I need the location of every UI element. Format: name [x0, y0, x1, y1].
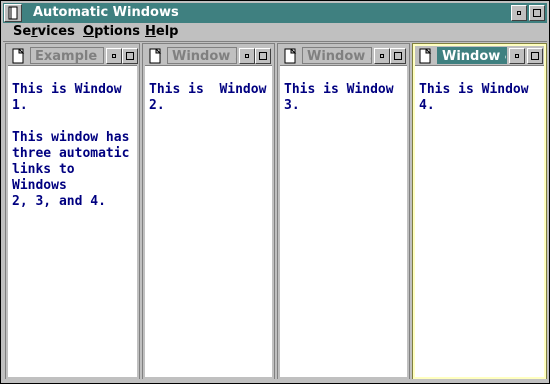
minimize-icon — [515, 54, 519, 58]
subwindow-titlebar[interactable]: Window 2 — [145, 46, 272, 66]
maximize-button[interactable] — [529, 5, 545, 21]
subwindow-text: This is Window 4. — [419, 82, 529, 113]
subwindow-titlebar[interactable]: Window 4 — [415, 46, 544, 66]
menu-options[interactable]: Options — [83, 24, 140, 39]
maximize-icon — [259, 52, 267, 60]
subwindow-text: This is Window 3. — [284, 82, 394, 113]
minimize-button[interactable] — [511, 5, 527, 21]
maximize-button[interactable] — [122, 48, 138, 64]
app-title: Automatic Windows — [33, 5, 179, 20]
subwindow-2[interactable]: Window 2 This is Window 2. — [142, 43, 275, 380]
subwindow-title: Window 3 — [302, 47, 372, 64]
system-menu-icon[interactable] — [4, 4, 22, 22]
app-window: Automatic Windows Services Options Help … — [0, 0, 550, 384]
menu-bar: Services Options Help — [3, 23, 547, 42]
minimize-button[interactable] — [239, 48, 255, 64]
maximize-icon — [531, 52, 539, 60]
minimize-icon — [245, 54, 249, 58]
app-titlebar[interactable]: Automatic Windows — [3, 3, 547, 23]
document-icon[interactable] — [417, 48, 433, 64]
menu-help[interactable]: Help — [145, 24, 178, 39]
minimize-icon — [517, 11, 521, 15]
maximize-icon — [394, 52, 402, 60]
menu-services[interactable]: Services — [13, 24, 75, 39]
subwindow-titlebar[interactable]: Window 3 — [280, 46, 407, 66]
document-icon[interactable] — [10, 48, 26, 64]
maximize-button[interactable] — [527, 48, 543, 64]
minimize-button[interactable] — [106, 48, 122, 64]
bottom-edge — [3, 379, 547, 383]
maximize-button[interactable] — [255, 48, 271, 64]
maximize-button[interactable] — [390, 48, 406, 64]
subwindow-4[interactable]: Window 4 This is Window 4. — [412, 43, 547, 380]
subwindow-title: Window 4 — [437, 47, 507, 64]
subwindow-title: Window 2 — [167, 47, 237, 64]
document-icon[interactable] — [282, 48, 298, 64]
minimize-button[interactable] — [509, 48, 525, 64]
subwindow-3[interactable]: Window 3 This is Window 3. — [277, 43, 410, 380]
maximize-icon — [533, 9, 541, 17]
subwindow-text: This is Window 1. This window has three … — [12, 82, 130, 209]
minimize-button[interactable] — [374, 48, 390, 64]
subwindow-1[interactable]: Example This is Window 1. This window ha… — [5, 43, 140, 380]
subwindow-titlebar[interactable]: Example — [8, 46, 138, 66]
maximize-icon — [126, 52, 134, 60]
minimize-icon — [380, 54, 384, 58]
subwindow-text: This is Window 2. — [149, 82, 267, 113]
subwindow-title: Example — [30, 47, 104, 64]
document-icon[interactable] — [147, 48, 163, 64]
minimize-icon — [112, 54, 116, 58]
